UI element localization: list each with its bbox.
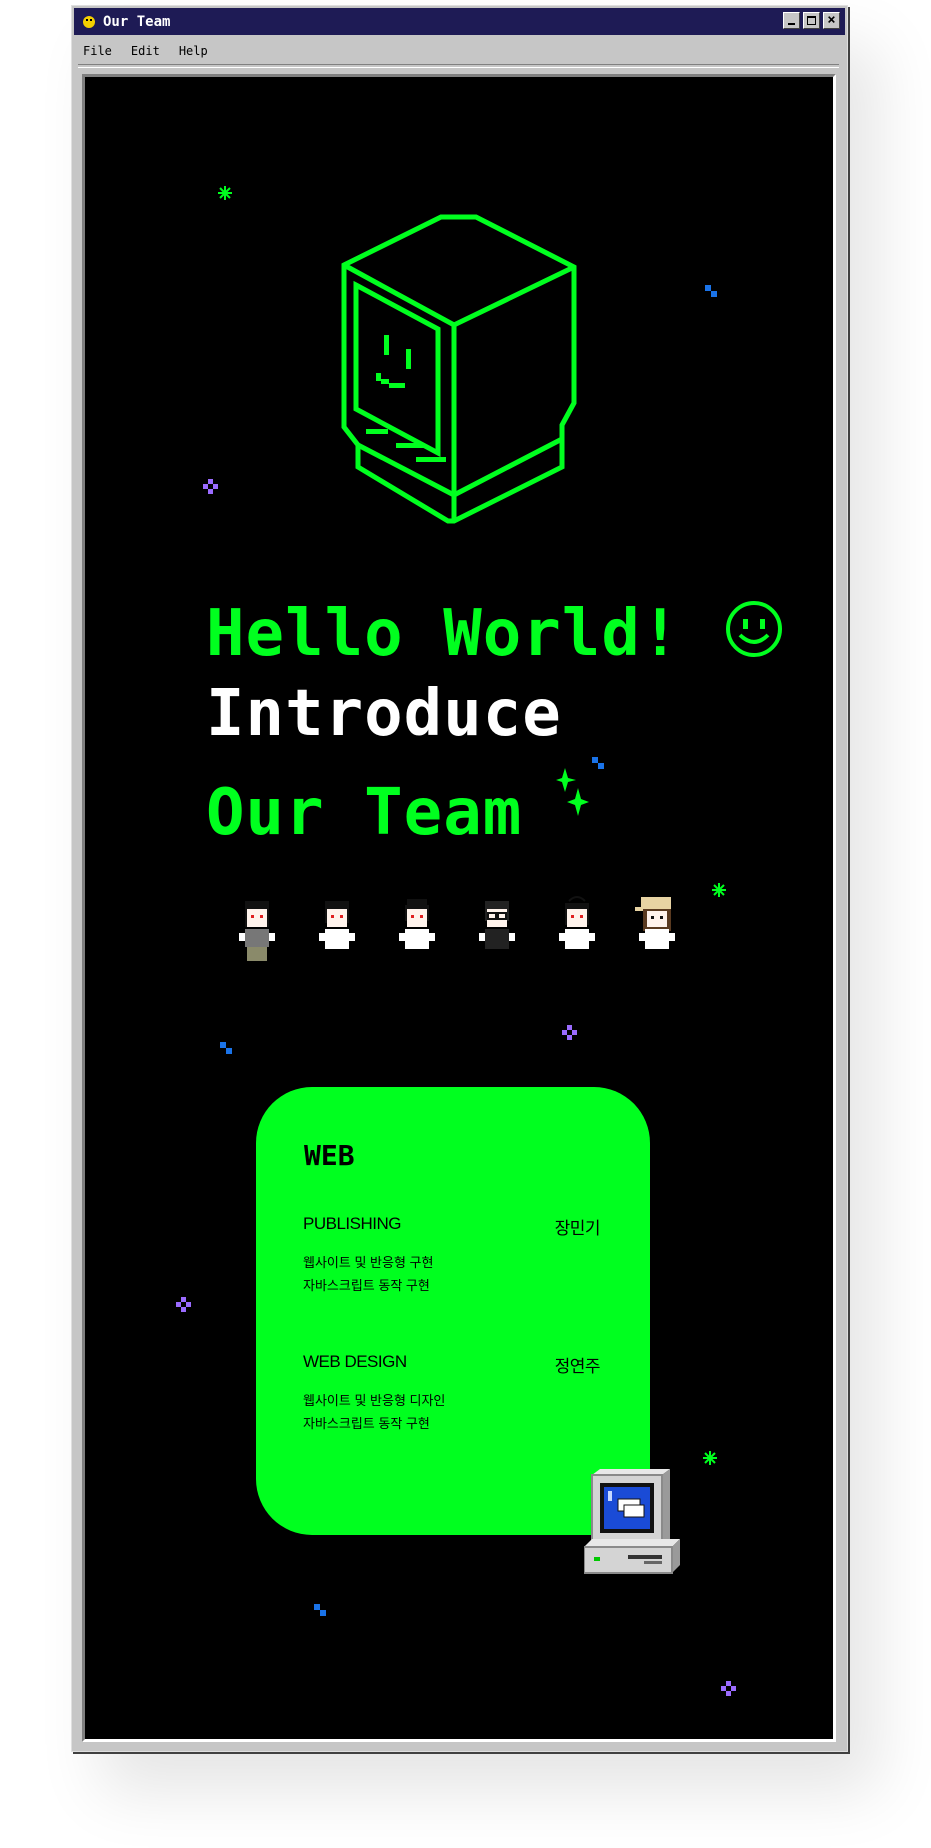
- blue-sparkle-icon: [314, 1604, 326, 1616]
- headline-introduce: Introduce: [206, 677, 562, 751]
- maximize-button[interactable]: [803, 12, 820, 29]
- avatar-member-1[interactable]: [233, 895, 281, 973]
- role-desc-line: 웹사이트 및 반응형 디자인: [303, 1393, 446, 1408]
- avatar-member-6[interactable]: [633, 895, 681, 973]
- headline-hello-world: Hello World!: [206, 599, 784, 666]
- role-publishing: PUBLISHING 장민기 웹사이트 및 반응형 구현 자바스크립트 동작 구…: [303, 1214, 601, 1297]
- menu-bar: File Edit Help: [74, 39, 845, 63]
- green-sparkle-icon: [703, 1451, 717, 1465]
- green-sparkle-icon: [712, 883, 726, 897]
- retro-computer-illustration: [341, 214, 577, 524]
- purple-sparkle-icon: [562, 1025, 577, 1040]
- minimize-button[interactable]: [783, 12, 800, 29]
- avatar-member-2[interactable]: [313, 895, 361, 973]
- role-title: WEB DESIGN: [303, 1352, 407, 1371]
- purple-sparkle-icon: [203, 479, 218, 494]
- smiley-icon: [83, 15, 95, 28]
- menu-file[interactable]: File: [74, 44, 122, 58]
- sparkle-star-icon: [555, 768, 589, 816]
- headline-our-team: Our Team: [206, 766, 590, 845]
- blue-sparkle-icon: [705, 285, 717, 297]
- role-desc-line: 자바스크립트 동작 구현: [303, 1278, 430, 1293]
- app-window: Our Team × File Edit Help Hello World! I…: [71, 5, 848, 1752]
- blue-sparkle-icon: [592, 757, 604, 769]
- purple-sparkle-icon: [176, 1297, 191, 1312]
- green-sparkle-icon: [218, 186, 232, 200]
- web-team-card: WEB PUBLISHING 장민기 웹사이트 및 반응형 구현 자바스크립트 …: [256, 1087, 650, 1535]
- window-title: Our Team: [103, 13, 171, 30]
- team-avatars: [233, 895, 681, 973]
- retro-pc-icon[interactable]: [584, 1469, 682, 1575]
- role-desc-line: 자바스크립트 동작 구현: [303, 1416, 430, 1431]
- role-web-design: WEB DESIGN 정연주 웹사이트 및 반응형 디자인 자바스크립트 동작 …: [303, 1352, 601, 1435]
- role-desc-line: 웹사이트 및 반응형 구현: [303, 1255, 434, 1270]
- role-title: PUBLISHING: [303, 1214, 401, 1233]
- menu-edit[interactable]: Edit: [122, 44, 170, 58]
- purple-sparkle-icon: [721, 1681, 736, 1696]
- card-title: WEB: [304, 1139, 355, 1172]
- content-area: Hello World! Introduce Our Team WEB PUBL…: [82, 74, 836, 1742]
- menu-divider: [78, 64, 839, 68]
- avatar-member-4[interactable]: [473, 895, 521, 973]
- close-button[interactable]: ×: [823, 12, 840, 29]
- avatar-member-3[interactable]: [393, 895, 441, 973]
- title-bar[interactable]: Our Team ×: [74, 8, 845, 35]
- smiley-face-icon: [725, 601, 782, 657]
- member-name: 장민기: [554, 1219, 601, 1238]
- blue-sparkle-icon: [220, 1042, 232, 1054]
- menu-help[interactable]: Help: [170, 44, 218, 58]
- avatar-member-5[interactable]: [553, 895, 601, 973]
- member-name: 정연주: [554, 1357, 601, 1376]
